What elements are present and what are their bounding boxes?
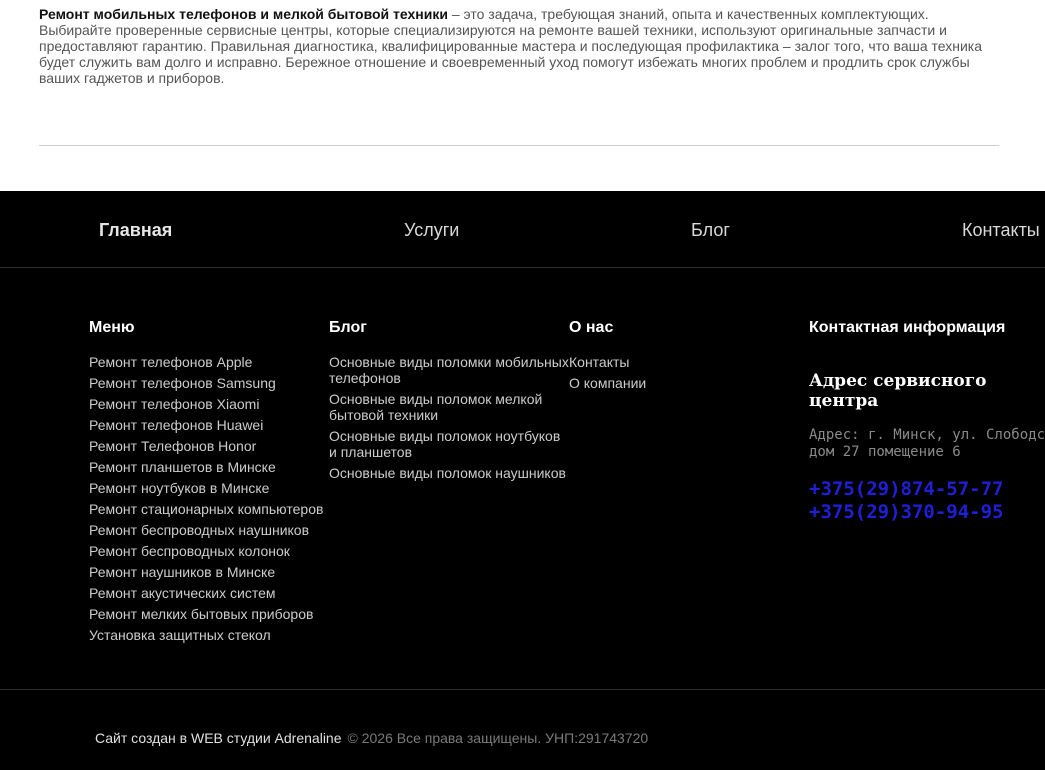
- list-item: Основные виды поломок ноутбуков и планше…: [329, 428, 569, 460]
- blog-link-headphones[interactable]: Основные виды поломок наушников: [329, 465, 569, 481]
- list-item: Основные виды поломки мобильных телефоно…: [329, 354, 569, 386]
- address-text: Адрес: г. Минск, ул. Слободская дом 27 п…: [809, 427, 1045, 460]
- list-item: Ремонт телефонов Samsung: [89, 375, 325, 391]
- list-item: Ремонт наушников в Минске: [89, 564, 325, 580]
- menu-column-title: Меню: [89, 319, 135, 336]
- menu-link-acoustic-systems[interactable]: Ремонт акустических систем: [89, 585, 325, 601]
- list-item: Ремонт телефонов Apple: [89, 354, 325, 370]
- nav-home-link[interactable]: Главная: [99, 220, 172, 240]
- list-item: Ремонт стационарных компьютеров: [89, 501, 325, 517]
- list-item: Ремонт мелких бытовых приборов: [89, 606, 325, 622]
- list-item: Ремонт Телефонов Honor: [89, 438, 325, 454]
- list-item: Основные виды поломок наушников: [329, 465, 569, 481]
- menu-link-tablets[interactable]: Ремонт планшетов в Минске: [89, 459, 325, 475]
- menu-column-list: Ремонт телефонов Apple Ремонт телефонов …: [89, 354, 325, 648]
- list-item: Ремонт планшетов в Минске: [89, 459, 325, 475]
- footer-top-nav: Главная Услуги Блог Контакты: [0, 191, 1045, 268]
- list-item: О компании: [569, 375, 769, 391]
- copyright-bar: Сайт создан в WEB студии Adrenaline © 202…: [95, 730, 648, 746]
- nav-services-link[interactable]: Услуги: [404, 220, 459, 240]
- list-item: Контакты: [569, 354, 769, 370]
- menu-link-headphones[interactable]: Ремонт наушников в Минске: [89, 564, 325, 580]
- list-item: Ремонт акустических систем: [89, 585, 325, 601]
- list-item: Ремонт беспроводных наушников: [89, 522, 325, 538]
- menu-link-small-appliances[interactable]: Ремонт мелких бытовых приборов: [89, 606, 325, 622]
- blog-link-phones[interactable]: Основные виды поломки мобильных телефоно…: [329, 354, 569, 386]
- menu-link-wireless-speakers[interactable]: Ремонт беспроводных колонок: [89, 543, 325, 559]
- list-item: Ремонт беспроводных колонок: [89, 543, 325, 559]
- copyright-text: © 2026 Все права защищены. УНП:291743720: [347, 730, 649, 746]
- studio-credit-link[interactable]: Сайт создан в WEB студии Adrenaline: [95, 730, 342, 746]
- menu-link-laptops[interactable]: Ремонт ноутбуков в Минске: [89, 480, 325, 496]
- footer-bottom-divider: [0, 689, 1045, 690]
- nav-contacts-link[interactable]: Контакты: [962, 220, 1040, 240]
- phone-link-1[interactable]: +375(29)874-57-77: [809, 478, 1003, 500]
- blog-link-laptops[interactable]: Основные виды поломок ноутбуков и планше…: [329, 428, 569, 460]
- menu-link-wireless-headphones[interactable]: Ремонт беспроводных наушников: [89, 522, 325, 538]
- list-item: Ремонт телефонов Huawei: [89, 417, 325, 433]
- about-link-contacts[interactable]: Контакты: [569, 354, 769, 370]
- menu-link-honor[interactable]: Ремонт Телефонов Honor: [89, 438, 325, 454]
- menu-link-xiaomi[interactable]: Ремонт телефонов Xiaomi: [89, 396, 325, 412]
- address-heading: Адрес сервисного центра: [809, 371, 987, 411]
- menu-link-apple[interactable]: Ремонт телефонов Apple: [89, 354, 325, 370]
- list-item: Установка защитных стекол: [89, 627, 325, 643]
- section-divider: [39, 145, 999, 146]
- menu-link-desktops[interactable]: Ремонт стационарных компьютеров: [89, 501, 325, 517]
- contact-column-title: Контактная информация: [809, 319, 1006, 336]
- list-item: Основные виды поломок мелкой бытовой тех…: [329, 391, 569, 423]
- about-link-company[interactable]: О компании: [569, 375, 769, 391]
- phone-link-2[interactable]: +375(29)370-94-95: [809, 501, 1003, 523]
- blog-link-appliances[interactable]: Основные виды поломок мелкой бытовой тех…: [329, 391, 569, 423]
- nav-blog-link[interactable]: Блог: [691, 220, 730, 240]
- about-column-list: Контакты О компании: [569, 354, 769, 396]
- list-item: Ремонт ноутбуков в Минске: [89, 480, 325, 496]
- blog-column-list: Основные виды поломки мобильных телефоно…: [329, 354, 569, 486]
- site-footer: Главная Услуги Блог Контакты Меню Ремонт…: [0, 191, 1045, 770]
- intro-bold: Ремонт мобильных телефонов и мелкой быто…: [39, 6, 448, 22]
- blog-column-title: Блог: [329, 319, 367, 336]
- menu-link-screen-protectors[interactable]: Установка защитных стекол: [89, 627, 325, 643]
- menu-link-huawei[interactable]: Ремонт телефонов Huawei: [89, 417, 325, 433]
- intro-paragraph: Ремонт мобильных телефонов и мелкой быто…: [39, 6, 999, 86]
- menu-link-samsung[interactable]: Ремонт телефонов Samsung: [89, 375, 325, 391]
- list-item: Ремонт телефонов Xiaomi: [89, 396, 325, 412]
- about-column-title: О нас: [569, 319, 614, 336]
